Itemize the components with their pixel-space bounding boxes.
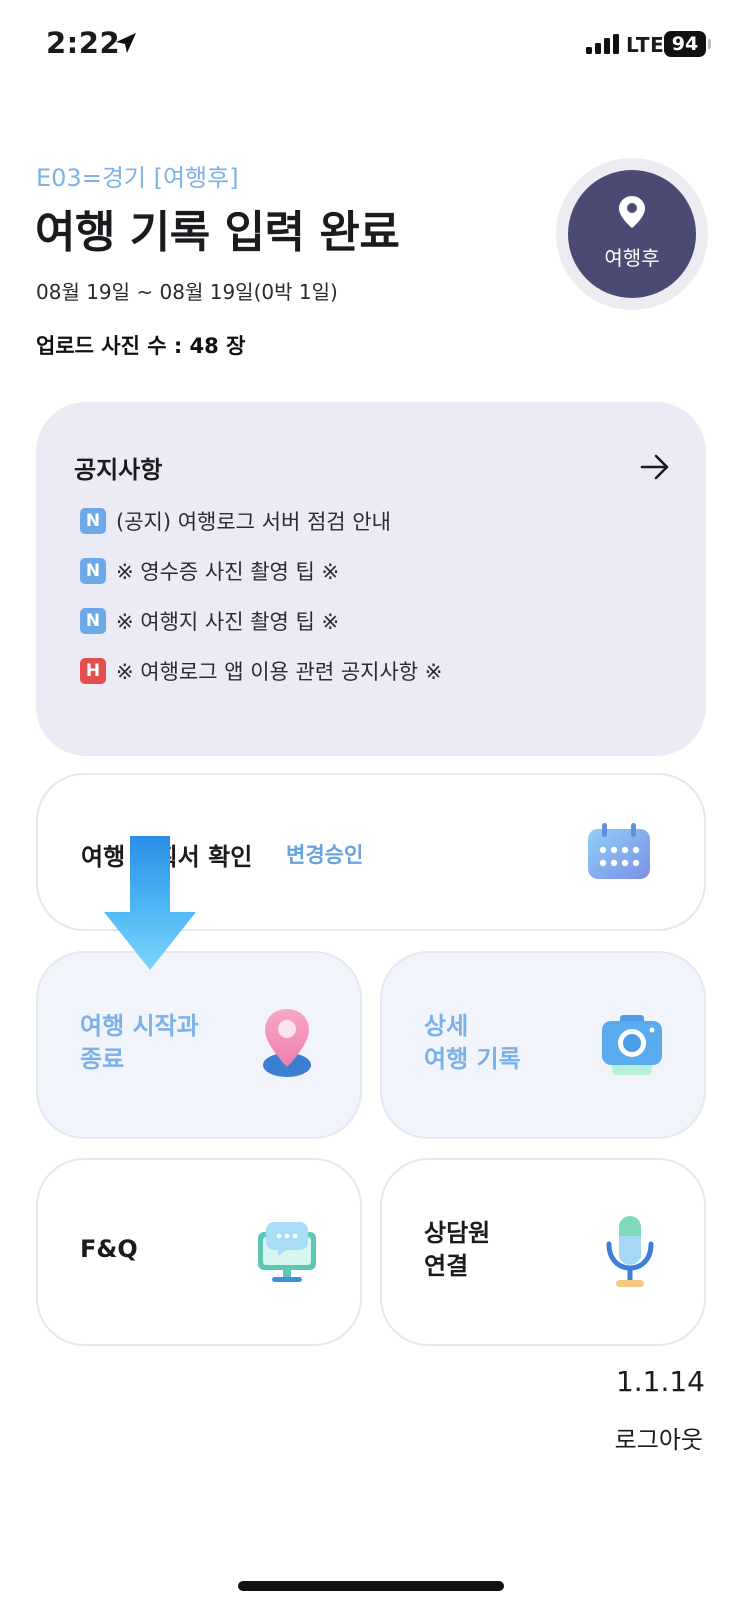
upload-photo-count: 업로드 사진 수 : 48 장	[36, 334, 246, 358]
notice-item-text: ※ 여행로그 앱 이용 관련 공지사항 ※	[116, 660, 443, 684]
counselor-connect-line2: 연결	[424, 1252, 469, 1280]
app-version: 1.1.14	[615, 1365, 705, 1398]
trip-status-circle: 여행후	[568, 170, 696, 298]
calendar-icon	[588, 823, 650, 879]
microphone-icon	[606, 1216, 654, 1287]
trip-code: E03=경기 [여행후]	[36, 164, 239, 192]
notice-badge-new: N	[80, 558, 106, 584]
trip-status-label: 여행후	[604, 246, 660, 270]
counselor-connect-label: 상담원 연결	[424, 1217, 490, 1283]
notice-badge-new: N	[80, 508, 106, 534]
notice-item[interactable]: N ※ 영수증 사진 촬영 팁 ※	[80, 556, 339, 586]
notice-title: 공지사항	[74, 456, 163, 484]
counselor-connect-line1: 상담원	[424, 1219, 491, 1247]
detail-record-line2: 여행 기록	[424, 1045, 521, 1073]
trip-start-end-line2: 종료	[80, 1045, 125, 1073]
notice-badge-new: N	[80, 608, 106, 634]
faq-label: F&Q	[80, 1235, 138, 1263]
logout-button[interactable]: 로그아웃	[615, 1420, 703, 1455]
map-pin-icon	[263, 1009, 311, 1077]
status-time: 2:22	[46, 26, 121, 60]
page-title: 여행 기록 입력 완료	[35, 207, 400, 258]
notice-item[interactable]: H ※ 여행로그 앱 이용 관련 공지사항 ※	[80, 656, 442, 686]
notice-item[interactable]: N (공지) 여행로그 서버 점검 안내	[80, 506, 391, 536]
signal-icon	[586, 34, 619, 54]
notice-item[interactable]: N ※ 여행지 사진 촬영 팁 ※	[80, 606, 339, 636]
network-type: LTE	[626, 33, 665, 57]
trip-date-range: 08월 19일 ~ 08월 19일(0박 1일)	[36, 280, 338, 304]
notice-item-text: ※ 영수증 사진 촬영 팁 ※	[116, 560, 340, 584]
location-arrow-icon	[116, 33, 136, 53]
map-pin-icon	[619, 196, 645, 228]
detail-record-line1: 상세	[424, 1012, 469, 1040]
arrow-down-icon	[104, 836, 196, 970]
arrow-right-icon[interactable]	[640, 454, 670, 480]
detail-record-label: 상세 여행 기록	[424, 1010, 521, 1076]
faq-button[interactable]: F&Q	[36, 1158, 362, 1346]
trip-start-end-label: 여행 시작과 종료	[80, 1010, 199, 1076]
change-approval-link[interactable]: 변경승인	[286, 839, 363, 869]
trip-start-end-button[interactable]: 여행 시작과 종료	[36, 951, 362, 1139]
camera-icon	[602, 1015, 662, 1075]
detail-record-button[interactable]: 상세 여행 기록	[380, 951, 706, 1139]
home-indicator[interactable]	[238, 1581, 504, 1591]
battery-tip	[708, 39, 711, 49]
status-bar: 2:22 LTE 94	[0, 0, 743, 90]
notice-card[interactable]: 공지사항 N (공지) 여행로그 서버 점검 안내 N ※ 영수증 사진 촬영 …	[36, 402, 706, 756]
notice-item-text: ※ 여행지 사진 촬영 팁 ※	[116, 610, 340, 634]
trip-start-end-line1: 여행 시작과	[80, 1012, 199, 1040]
chat-monitor-icon	[258, 1222, 316, 1282]
battery-indicator: 94	[664, 31, 706, 57]
counselor-connect-button[interactable]: 상담원 연결	[380, 1158, 706, 1346]
trip-status-badge[interactable]: 여행후	[556, 158, 708, 310]
notice-badge-hot: H	[80, 658, 106, 684]
app-screen: 2:22 LTE 94 E03=경기 [여행후] 여행 기록 입력 완료 08월…	[0, 0, 743, 1608]
notice-item-text: (공지) 여행로그 서버 점검 안내	[116, 510, 391, 534]
